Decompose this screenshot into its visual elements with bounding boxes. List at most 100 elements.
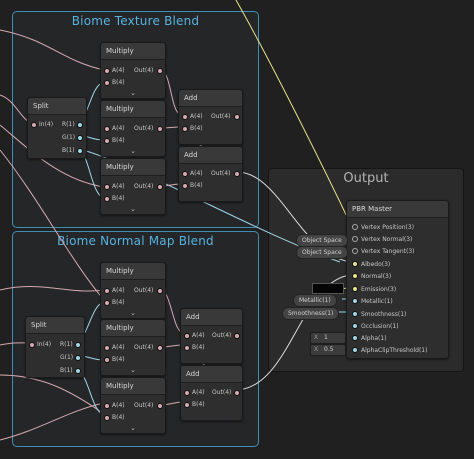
input-port-dot[interactable] [352, 236, 358, 242]
alpha-value-field[interactable]: X 1 [310, 332, 346, 344]
metallic-property-pill[interactable]: Metallic(1) [293, 294, 337, 307]
alpha-value: 1 [324, 334, 328, 341]
port-label-b: B(4) [190, 182, 203, 189]
input-port-dot[interactable] [104, 138, 110, 144]
port-label-b: B(1) [62, 147, 75, 154]
add-node[interactable]: Add A(4) B(4) Out(4) [178, 146, 243, 202]
port-label-b: B(4) [112, 137, 125, 144]
input-port-dot[interactable] [352, 224, 358, 230]
output-port-dot[interactable] [157, 345, 163, 351]
port-label-out: Out(4) [134, 287, 154, 294]
input-port-dot[interactable] [104, 126, 110, 132]
output-port-dot[interactable] [157, 126, 163, 132]
output-port-dot[interactable] [234, 171, 240, 177]
smoothness-property-pill[interactable]: Smoothness(1) [282, 307, 340, 320]
port-label-in: In(4) [37, 341, 52, 348]
input-port-dot[interactable] [182, 126, 188, 132]
x-label: X [314, 334, 319, 341]
panel-title: Output [343, 171, 389, 186]
input-port-dot[interactable] [352, 335, 358, 341]
input-port-dot[interactable] [352, 261, 358, 267]
input-port-dot[interactable] [352, 323, 358, 329]
multiply-node[interactable]: Multiply A(4) B(4) Out(4) ⌄ [100, 100, 166, 157]
input-port-dot[interactable] [31, 122, 37, 128]
split-node[interactable]: Split In(4) R(1) G(1) B(1) [27, 97, 87, 159]
input-port-dot[interactable] [104, 80, 110, 86]
port-label: Vertex Position(3) [361, 224, 415, 231]
output-port-dot[interactable] [75, 368, 81, 374]
input-port-dot[interactable] [182, 183, 188, 189]
output-port-dot[interactable] [234, 390, 240, 396]
collapse-chevron-icon[interactable]: ⌄ [101, 147, 165, 155]
port-label-out: Out(4) [134, 183, 154, 190]
input-port-dot[interactable] [352, 273, 358, 279]
add-node[interactable]: Add A(4) B(4) Out(4) [178, 89, 243, 145]
input-port-dot[interactable] [352, 311, 358, 317]
port-label: Smoothness(1) [361, 311, 407, 318]
emission-color-swatch[interactable] [312, 283, 344, 294]
input-port-dot[interactable] [104, 345, 110, 351]
node-title: Multiply [101, 159, 165, 176]
input-port-dot[interactable] [104, 288, 110, 294]
collapse-chevron-icon[interactable]: ⌄ [101, 366, 165, 374]
node-title: Split [28, 98, 86, 115]
node-title: Multiply [101, 320, 165, 337]
port-label: AlphaClipThreshold(1) [361, 347, 428, 354]
output-port-dot[interactable] [77, 148, 83, 154]
output-port-dot[interactable] [75, 342, 81, 348]
multiply-node[interactable]: Multiply A(4) B(4) Out(4) ⌄ [100, 377, 166, 434]
node-title: Multiply [101, 43, 165, 60]
input-port-dot[interactable] [104, 357, 110, 363]
input-port-dot[interactable] [184, 402, 190, 408]
port-label-b: B(4) [192, 401, 205, 408]
port-label: Normal(3) [361, 273, 392, 280]
input-port-dot[interactable] [184, 345, 190, 351]
output-port-dot[interactable] [157, 68, 163, 74]
input-port-dot[interactable] [182, 171, 188, 177]
multiply-node[interactable]: Multiply A(4) B(4) Out(4) ⌄ [100, 42, 166, 99]
multiply-node[interactable]: Multiply A(4) B(4) Out(4) ⌄ [100, 262, 166, 319]
output-port-dot[interactable] [234, 333, 240, 339]
output-port-dot[interactable] [234, 114, 240, 120]
input-port-dot[interactable] [352, 286, 358, 292]
input-port-dot[interactable] [104, 300, 110, 306]
port-label-in: In(4) [39, 121, 54, 128]
collapse-chevron-icon[interactable]: ⌄ [101, 309, 165, 317]
collapse-chevron-icon[interactable]: ⌄ [101, 89, 165, 97]
collapse-chevron-icon[interactable]: ⌄ [101, 205, 165, 213]
port-label-out: Out(4) [211, 170, 231, 177]
output-port-dot[interactable] [157, 288, 163, 294]
output-port-dot[interactable] [77, 135, 83, 141]
port-label-b: B(4) [112, 356, 125, 363]
input-port-dot[interactable] [29, 342, 35, 348]
split-node[interactable]: Split In(4) R(1) G(1) B(1) [25, 316, 85, 378]
input-port-dot[interactable] [104, 184, 110, 190]
input-port-dot[interactable] [352, 298, 358, 304]
output-port-dot[interactable] [75, 355, 81, 361]
alpha-clip-value-field[interactable]: X 0.5 [310, 344, 346, 356]
input-port-dot[interactable] [352, 347, 358, 353]
input-port-dot[interactable] [104, 403, 110, 409]
port-label-out: Out(4) [134, 344, 154, 351]
input-port-dot[interactable] [352, 248, 358, 254]
input-port-dot[interactable] [184, 333, 190, 339]
multiply-node[interactable]: Multiply A(4) B(4) Out(4) ⌄ [100, 319, 166, 376]
pbr-master-node[interactable]: PBR Master Vertex Position(3) Vertex Nor… [346, 200, 449, 359]
port-label: Vertex Tangent(3) [361, 248, 415, 255]
port-label-r: R(1) [60, 341, 73, 348]
collapse-chevron-icon[interactable]: ⌄ [101, 424, 165, 432]
multiply-node[interactable]: Multiply A(4) B(4) Out(4) ⌄ [100, 158, 166, 215]
output-port-dot[interactable] [157, 403, 163, 409]
add-node[interactable]: Add A(4) B(4) Out(4) [180, 308, 243, 364]
input-port-dot[interactable] [104, 68, 110, 74]
output-port-dot[interactable] [157, 184, 163, 190]
input-port-dot[interactable] [182, 114, 188, 120]
object-space-dropdown[interactable]: Object Space [296, 246, 348, 259]
input-port-dot[interactable] [104, 415, 110, 421]
port-label-r: R(1) [62, 121, 75, 128]
port-label-out: Out(4) [211, 113, 231, 120]
input-port-dot[interactable] [184, 390, 190, 396]
add-node[interactable]: Add A(4) B(4) Out(4) [180, 365, 243, 421]
output-port-dot[interactable] [77, 122, 83, 128]
input-port-dot[interactable] [104, 196, 110, 202]
